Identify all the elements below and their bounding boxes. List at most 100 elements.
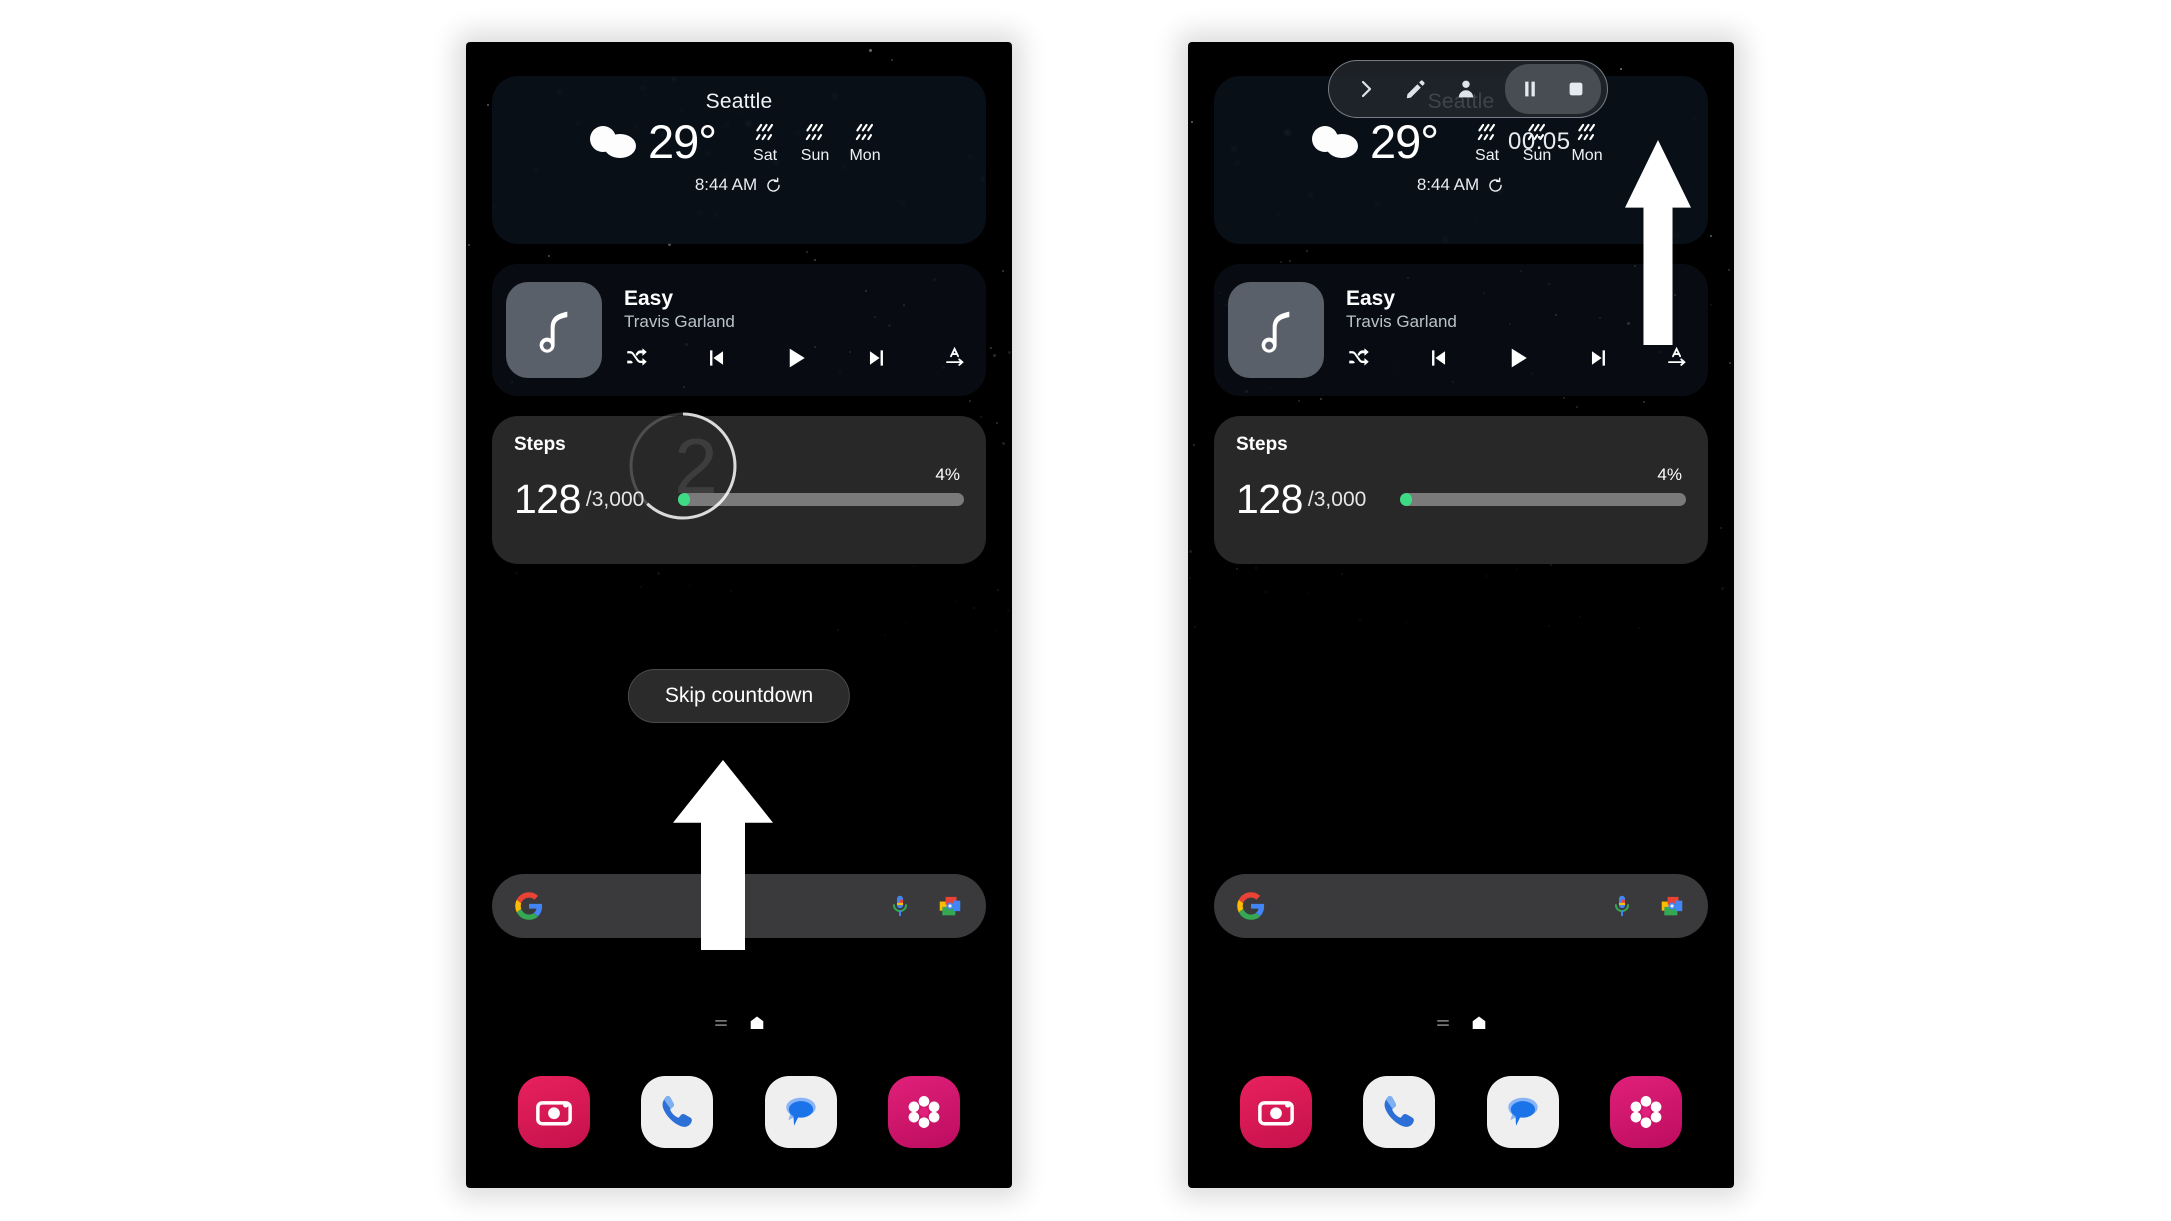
lens-search-button[interactable] [1658,892,1686,920]
track-title: Easy [1346,286,1396,310]
steps-progress-bar [678,493,964,506]
message-bubble-icon[interactable] [779,1090,823,1134]
pause-recording-button[interactable] [1507,66,1553,112]
weather-city: Seattle [705,90,773,113]
rain-icon [755,123,774,140]
screen-recorder-toolbar[interactable] [1328,60,1608,118]
camera-icon[interactable] [1254,1090,1298,1134]
forecast-day-label: Sun [800,146,830,164]
forecast-day: Mon [842,119,888,165]
shuffle-button[interactable] [624,345,650,371]
steps-label: Steps [1236,434,1288,455]
draw-button[interactable] [1393,66,1439,112]
weather-temperature: 29° [1369,115,1439,168]
rain-icon [1577,123,1596,140]
shuffle-icon[interactable] [624,345,650,371]
stop-icon[interactable] [1564,77,1588,101]
phone-app[interactable] [1363,1076,1436,1148]
flower-icon[interactable] [1624,1090,1668,1134]
page-dot-home[interactable] [1470,1014,1488,1037]
page-dot-list[interactable] [1434,1014,1452,1037]
play-icon[interactable] [781,343,811,373]
skip-countdown-button[interactable]: Skip countdown [627,669,851,723]
home-icon[interactable] [748,1014,766,1032]
page-dot-home[interactable] [748,1014,766,1037]
microphone-icon[interactable] [1608,892,1636,920]
track-title: Easy [624,286,674,310]
pause-icon[interactable] [1518,77,1542,101]
expand-toolbar-button[interactable] [1343,66,1389,112]
weather-widget[interactable]: Seattle29° Sat Sun Mon 8:44 AM [492,76,986,244]
play-icon[interactable] [1503,343,1533,373]
music-note-icon [1261,311,1290,353]
stop-recording-button[interactable] [1553,66,1599,112]
microphone-icon[interactable] [886,892,914,920]
skip-next-icon[interactable] [1586,345,1612,371]
messages-app[interactable] [764,1076,837,1148]
google-search-bar[interactable] [492,874,986,938]
voice-search-button[interactable] [1608,892,1636,920]
album-art [1228,282,1324,378]
lens-search-button[interactable] [936,892,964,920]
shuffle-icon[interactable] [1346,345,1372,371]
list-lines-icon[interactable] [1434,1014,1452,1032]
repeat-all-button[interactable] [1664,345,1690,371]
steps-progress-fill [678,493,690,506]
skip-previous-icon[interactable] [1425,345,1451,371]
flower-icon[interactable] [902,1090,946,1134]
media-controls [1346,343,1696,373]
next-button[interactable] [1586,345,1612,371]
phone-icon[interactable] [1377,1090,1421,1134]
forecast-day: Mon [1564,119,1610,165]
gallery-app[interactable] [1610,1076,1683,1148]
phone-icon[interactable] [655,1090,699,1134]
camera-app[interactable] [1239,1076,1312,1148]
skip-next-icon[interactable] [864,345,890,371]
forecast-day: Sat [742,119,788,165]
steps-widget[interactable]: Steps 128/3,000 4% [1214,416,1708,564]
forecast-day-label: Mon [849,146,881,164]
music-widget[interactable]: Easy Travis Garland [1214,264,1708,396]
chevron-right-icon[interactable] [1354,77,1378,101]
selfie-overlay-button[interactable] [1443,66,1489,112]
music-widget[interactable]: Easy Travis Garland [492,264,986,396]
play-button[interactable] [1503,343,1533,373]
voice-search-button[interactable] [886,892,914,920]
pencil-icon[interactable] [1404,77,1428,101]
person-icon[interactable] [1454,77,1478,101]
camera-icon[interactable] [532,1090,576,1134]
repeat-a-arrow-icon[interactable] [1664,345,1690,371]
forecast-day: Sun [792,119,838,165]
skip-previous-icon[interactable] [703,345,729,371]
shuffle-button[interactable] [1346,345,1372,371]
messages-app[interactable] [1486,1076,1559,1148]
previous-button[interactable] [1425,345,1451,371]
refresh-icon[interactable] [1486,176,1505,195]
phone-app[interactable] [641,1076,714,1148]
repeat-a-arrow-icon[interactable] [942,345,968,371]
next-button[interactable] [864,345,890,371]
forecast-day: Sat [1464,119,1510,165]
app-dock [466,1076,1012,1148]
phone-screen-right: Seattle29°SatSunMon8:44 AMEasyTravis Gar… [1188,42,1734,1188]
gallery-app[interactable] [888,1076,961,1148]
steps-widget[interactable]: Steps 128/3,000 4% [492,416,986,564]
google-lens-icon[interactable] [1658,892,1686,920]
google-search-bar[interactable] [1214,874,1708,938]
steps-label: Steps [514,434,566,455]
camera-app[interactable] [517,1076,590,1148]
home-icon[interactable] [1470,1014,1488,1032]
message-bubble-icon[interactable] [1501,1090,1545,1134]
previous-button[interactable] [703,345,729,371]
steps-count: 128 [1236,476,1303,522]
google-lens-icon[interactable] [936,892,964,920]
google-g-icon [515,892,543,920]
repeat-all-button[interactable] [942,345,968,371]
phone-screen-left: Seattle 29° Sat Sun Mon 8:44 AM Easy Travis Gar… [466,42,1012,1188]
weather-updated-time: 8:44 AM [694,175,758,194]
page-dot-list[interactable] [712,1014,730,1037]
play-button[interactable] [781,343,811,373]
google-g-icon [1237,892,1265,920]
refresh-icon[interactable] [764,176,783,195]
list-lines-icon[interactable] [712,1014,730,1032]
